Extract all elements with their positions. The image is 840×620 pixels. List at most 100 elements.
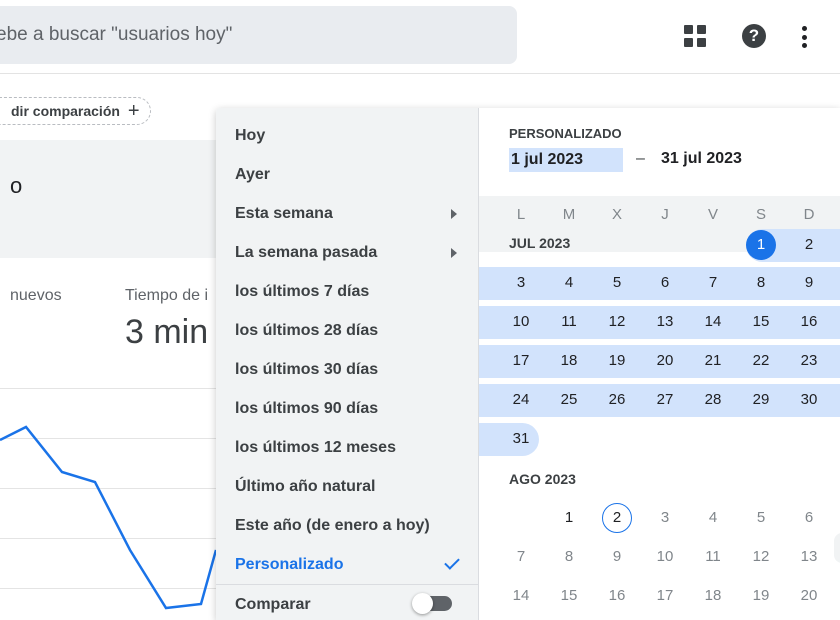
menu-item-today[interactable]: Hoy <box>216 116 479 155</box>
menu-item-last-12-months[interactable]: los últimos 12 meses <box>216 428 479 467</box>
scroll-handle[interactable] <box>834 533 840 563</box>
calendar-day[interactable]: 18 <box>554 346 584 376</box>
menu-item-last-90-days[interactable]: los últimos 90 días <box>216 389 479 428</box>
calendar-day[interactable]: 17 <box>650 581 680 611</box>
card-title: o <box>10 173 23 198</box>
card-header <box>0 140 216 258</box>
calendar-day[interactable]: 11 <box>554 307 584 337</box>
calendar-day[interactable]: 1 <box>746 230 776 260</box>
toggle-knob <box>412 593 433 614</box>
month-label-jul: JUL 2023 <box>509 235 571 251</box>
calendar-day[interactable]: 1 <box>554 503 584 533</box>
calendar-day[interactable]: 16 <box>602 581 632 611</box>
calendar-day[interactable]: 5 <box>602 268 632 298</box>
search-placeholder: ebe a buscar "usuarios hoy" <box>0 24 233 45</box>
apps-grid-icon[interactable] <box>684 25 706 47</box>
calendar-day[interactable]: 29 <box>746 385 776 415</box>
menu-item-yesterday[interactable]: Ayer <box>216 155 479 194</box>
help-icon[interactable]: ? <box>742 24 766 48</box>
weekday-label: V <box>707 206 718 223</box>
weekday-label: M <box>562 206 576 223</box>
menu-item-custom[interactable]: Personalizado <box>216 545 479 584</box>
calendar-day[interactable]: 3 <box>650 503 680 533</box>
calendar-day[interactable]: 30 <box>794 385 824 415</box>
calendar-day[interactable]: 6 <box>794 503 824 533</box>
metric-new-users-label: nuevos <box>10 287 62 304</box>
menu-item-last-week[interactable]: La semana pasada <box>216 233 479 272</box>
calendar-day[interactable]: 31 <box>506 424 536 454</box>
calendar-day[interactable]: 20 <box>794 581 824 611</box>
calendar-day[interactable]: 9 <box>794 268 824 298</box>
end-date-input[interactable]: 31 jul 2023 <box>661 150 742 168</box>
calendar-day[interactable]: 17 <box>506 346 536 376</box>
add-comparison-chip[interactable]: dir comparación + <box>0 97 151 125</box>
calendar-day[interactable]: 13 <box>794 542 824 572</box>
menu-item-last-30-days[interactable]: los últimos 30 días <box>216 350 479 389</box>
weekday-label: D <box>803 206 815 223</box>
calendar-day[interactable]: 10 <box>650 542 680 572</box>
calendar-day[interactable]: 2 <box>794 230 824 260</box>
calendar-day[interactable]: 27 <box>650 385 680 415</box>
chart-series-line <box>0 425 216 610</box>
compare-toggle[interactable] <box>412 593 452 614</box>
calendar-day[interactable]: 11 <box>698 542 728 572</box>
calendar-day[interactable]: 15 <box>554 581 584 611</box>
calendar-day[interactable]: 23 <box>794 346 824 376</box>
menu-item-last-calendar-year[interactable]: Último año natural <box>216 467 479 506</box>
calendar-day[interactable]: 18 <box>698 581 728 611</box>
calendar-day[interactable]: 21 <box>698 346 728 376</box>
more-vert-icon[interactable] <box>797 24 811 50</box>
calendar-day[interactable]: 7 <box>506 542 536 572</box>
calendar-day[interactable]: 28 <box>698 385 728 415</box>
menu-item-this-week[interactable]: Esta semana <box>216 194 479 233</box>
calendar-day[interactable]: 12 <box>746 542 776 572</box>
calendar-day[interactable]: 19 <box>746 581 776 611</box>
calendar-day[interactable]: 2 <box>602 503 632 533</box>
calendar-day[interactable]: 8 <box>746 268 776 298</box>
calendar-day[interactable]: 9 <box>602 542 632 572</box>
calendar-day[interactable]: 13 <box>650 307 680 337</box>
calendar: PERSONALIZADO 1 jul 2023 – 31 jul 2023 L… <box>479 108 840 620</box>
calendar-day[interactable]: 3 <box>506 268 536 298</box>
chevron-right-icon <box>451 209 457 219</box>
calendar-day[interactable]: 19 <box>602 346 632 376</box>
calendar-day[interactable]: 8 <box>554 542 584 572</box>
weekday-label: X <box>611 206 622 223</box>
calendar-day[interactable]: 22 <box>746 346 776 376</box>
calendar-day[interactable]: 26 <box>602 385 632 415</box>
calendar-day[interactable]: 15 <box>746 307 776 337</box>
calendar-day[interactable]: 7 <box>698 268 728 298</box>
calendar-day[interactable]: 6 <box>650 268 680 298</box>
calendar-day[interactable]: 5 <box>746 503 776 533</box>
calendar-day[interactable]: 10 <box>506 307 536 337</box>
date-range-picker: Hoy Ayer Esta semana La semana pasada lo… <box>216 108 840 620</box>
weekday-label: L <box>516 206 526 223</box>
metric-time-label: Tiempo de i <box>125 287 208 304</box>
metric-time-value: 3 min <box>125 313 209 351</box>
weekday-label: S <box>755 206 766 223</box>
start-date-input[interactable]: 1 jul 2023 <box>509 148 623 172</box>
date-separator: – <box>636 150 645 167</box>
chevron-right-icon <box>451 248 457 258</box>
calendar-day[interactable]: 25 <box>554 385 584 415</box>
plus-icon: + <box>127 100 140 122</box>
calendar-day[interactable]: 24 <box>506 385 536 415</box>
check-icon <box>444 554 460 570</box>
calendar-day[interactable]: 14 <box>698 307 728 337</box>
calendar-day[interactable]: 12 <box>602 307 632 337</box>
compare-label: Comparar <box>235 595 311 613</box>
menu-item-year-to-date[interactable]: Este año (de enero a hoy) <box>216 506 479 545</box>
month-label-aug: AGO 2023 <box>509 471 576 487</box>
line-chart <box>0 425 216 610</box>
calendar-day[interactable]: 4 <box>698 503 728 533</box>
top-bar: ebe a buscar "usuarios hoy" ? <box>0 0 840 74</box>
menu-item-last-28-days[interactable]: los últimos 28 días <box>216 311 479 350</box>
calendar-day[interactable]: 20 <box>650 346 680 376</box>
menu-item-last-7-days[interactable]: los últimos 7 días <box>216 272 479 311</box>
weekday-label: J <box>661 206 669 223</box>
search-box[interactable]: ebe a buscar "usuarios hoy" <box>0 6 517 64</box>
calendar-day[interactable]: 14 <box>506 581 536 611</box>
calendar-day[interactable]: 16 <box>794 307 824 337</box>
add-comparison-label: dir comparación <box>11 103 120 119</box>
calendar-day[interactable]: 4 <box>554 268 584 298</box>
